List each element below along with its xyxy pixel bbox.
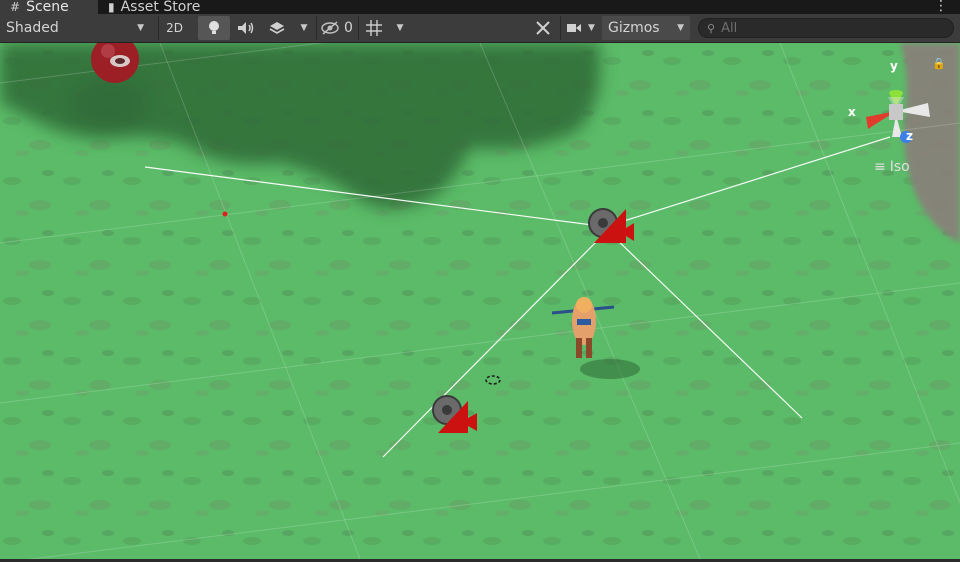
layers-effects-icon: [269, 22, 285, 34]
shopping-bag-icon: ▮: [108, 0, 115, 14]
effects-dropdown[interactable]: ▼: [292, 16, 316, 40]
tab-asset-store[interactable]: ▮ Asset Store: [98, 0, 210, 14]
hidden-eye-icon: [321, 21, 339, 35]
projection-toggle[interactable]: ≡ Iso: [874, 159, 910, 175]
chevron-down-icon: ▼: [137, 23, 144, 33]
shading-mode-label: Shaded: [6, 20, 59, 36]
lighting-toggle-button[interactable]: [198, 16, 230, 40]
character-shadow: [580, 359, 640, 379]
axis-y-label: y: [890, 59, 898, 73]
lock-icon[interactable]: 🔒: [932, 57, 946, 70]
grid-icon: #: [10, 0, 21, 14]
chevron-down-icon: ▼: [396, 23, 404, 33]
hidden-objects-count: 0: [344, 20, 353, 36]
axis-x-label: x: [848, 105, 856, 119]
chevron-down-icon: ▼: [300, 23, 308, 33]
wrench-hammer-icon: [536, 21, 550, 35]
scene-render[interactable]: [0, 43, 960, 559]
scene-toolbar: Shaded ▼ 2D ▼ 0 ▼ ▼ Gizmos ▼ ⚲: [0, 14, 960, 43]
window-tab-bar: # Scene ▮ Asset Store ⋮: [0, 0, 960, 14]
toggle-2d-label: 2D: [166, 21, 183, 35]
toggle-2d-button[interactable]: 2D: [158, 16, 190, 40]
tab-scene[interactable]: # Scene: [0, 0, 98, 14]
grid-snap-icon: [365, 20, 382, 36]
camera-settings-button[interactable]: ▼: [560, 16, 600, 40]
grid-toggle-button[interactable]: [358, 16, 388, 40]
hamburger-icon: ≡: [874, 159, 886, 175]
tools-menu-button[interactable]: [528, 16, 558, 40]
lightbulb-icon: [209, 21, 219, 34]
gizmos-label: Gizmos: [608, 20, 660, 36]
audio-toggle-button[interactable]: [230, 16, 262, 40]
speaker-icon: [238, 22, 254, 34]
search-icon: ⚲: [707, 21, 716, 35]
scene-search-input[interactable]: [721, 20, 922, 36]
chevron-down-icon: ▼: [588, 23, 595, 33]
shading-mode-dropdown[interactable]: Shaded ▼: [0, 16, 150, 40]
point-marker[interactable]: [222, 211, 228, 217]
effects-toggle-button[interactable]: [262, 16, 292, 40]
tab-asset-store-label: Asset Store: [120, 0, 201, 14]
scene-viewport[interactable]: y x z 🔒 ≡ Iso: [0, 43, 960, 559]
video-camera-icon: [567, 24, 582, 32]
grid-dropdown[interactable]: ▼: [388, 16, 412, 40]
gizmos-dropdown[interactable]: Gizmos ▼: [602, 16, 690, 40]
kebab-menu-icon[interactable]: ⋮: [934, 0, 948, 13]
axis-z-label: z: [906, 129, 913, 143]
projection-label: Iso: [889, 159, 910, 175]
scene-visibility-toggle[interactable]: 0: [316, 16, 356, 40]
chevron-down-icon: ▼: [677, 23, 684, 33]
tab-scene-label: Scene: [26, 0, 69, 14]
scene-search-field[interactable]: ⚲: [698, 18, 954, 38]
